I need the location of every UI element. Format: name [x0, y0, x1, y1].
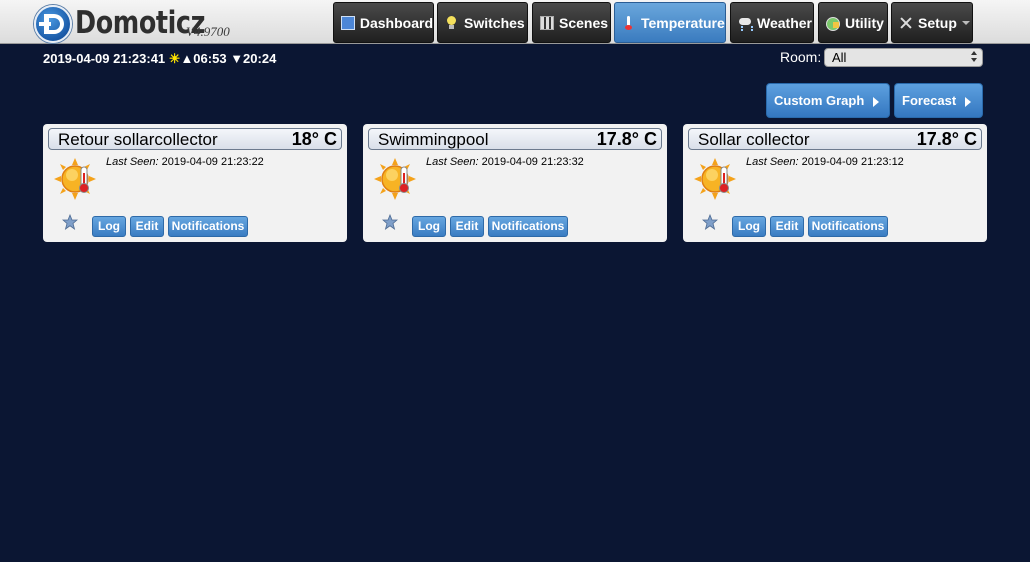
tab-utility-label: Utility	[845, 14, 884, 31]
log-button[interactable]: Log	[732, 216, 766, 237]
sun-thermometer-icon	[54, 158, 96, 200]
tab-scenes[interactable]: Scenes	[532, 2, 611, 43]
device-name: Swimmingpool	[378, 130, 489, 149]
tab-setup[interactable]: Setup	[891, 2, 973, 43]
last-seen: Last Seen: 2019-04-09 21:23:32	[426, 156, 584, 168]
tools-icon	[899, 16, 913, 30]
favorite-star-icon[interactable]	[62, 214, 78, 230]
domoticz-logo-icon[interactable]	[34, 5, 72, 43]
notifications-button[interactable]: Notifications	[168, 216, 248, 237]
edit-button[interactable]: Edit	[450, 216, 484, 237]
tab-dashboard-label: Dashboard	[359, 14, 433, 31]
app-version: V4.9700	[186, 24, 230, 39]
play-arrow-icon	[965, 97, 971, 107]
current-datetime: 2019-04-09 21:23:41	[43, 51, 166, 66]
tab-switches-label: Switches	[464, 14, 525, 31]
device-name: Sollar collector	[698, 130, 810, 149]
top-bar: Domoticz V4.9700 Dashboard Switches Scen…	[0, 0, 1030, 44]
tab-scenes-label: Scenes	[559, 14, 609, 31]
last-seen: Last Seen: 2019-04-09 21:23:12	[746, 156, 904, 168]
edit-button[interactable]: Edit	[770, 216, 804, 237]
card-header: Swimmingpool 17.8° C	[368, 128, 662, 150]
device-temperature: 18° C	[291, 129, 337, 149]
play-arrow-icon	[873, 97, 879, 107]
tab-weather-label: Weather	[757, 14, 812, 31]
edit-button[interactable]: Edit	[130, 216, 164, 237]
notifications-button[interactable]: Notifications	[488, 216, 568, 237]
card-header: Retour sollarcollector 18° C	[48, 128, 342, 150]
temperature-device-card: Swimmingpool 17.8° C Last Seen: 2019-04-…	[363, 124, 667, 242]
temperature-device-card: Retour sollarcollector 18° C Last Seen: …	[43, 124, 347, 242]
last-seen-label: Last Seen:	[106, 156, 159, 168]
last-seen-label: Last Seen:	[426, 156, 479, 168]
utility-icon	[826, 16, 840, 31]
tab-weather[interactable]: Weather	[730, 2, 814, 43]
notifications-button[interactable]: Notifications	[808, 216, 888, 237]
temperature-device-card: Sollar collector 17.8° C Last Seen: 2019…	[683, 124, 987, 242]
sun-icon: ☀	[168, 51, 181, 66]
device-name: Retour sollarcollector	[58, 130, 218, 149]
device-temperature: 17.8° C	[596, 129, 657, 149]
rain-cloud-icon	[738, 16, 753, 30]
card-header: Sollar collector 17.8° C	[688, 128, 982, 150]
log-button[interactable]: Log	[412, 216, 446, 237]
log-button[interactable]: Log	[92, 216, 126, 237]
last-seen-value: 2019-04-09 21:23:22	[161, 156, 264, 168]
custom-graph-label: Custom Graph	[774, 93, 865, 108]
favorite-star-icon[interactable]	[382, 214, 398, 230]
room-select[interactable]: All	[824, 48, 983, 67]
sunset-time: ▼20:24	[230, 51, 277, 66]
clapperboard-icon	[540, 15, 554, 30]
lightbulb-icon	[445, 15, 459, 30]
last-seen: Last Seen: 2019-04-09 21:23:22	[106, 156, 264, 168]
tab-switches[interactable]: Switches	[437, 2, 528, 43]
forecast-label: Forecast	[902, 93, 957, 108]
tab-temperature[interactable]: Temperature	[614, 2, 726, 43]
device-temperature: 17.8° C	[916, 129, 977, 149]
custom-graph-button[interactable]: Custom Graph	[766, 83, 890, 118]
last-seen-label: Last Seen:	[746, 156, 799, 168]
room-selected-value: All	[832, 50, 847, 65]
tab-dashboard[interactable]: Dashboard	[333, 2, 434, 43]
sun-thermometer-icon	[374, 158, 416, 200]
sunrise-time: ▲06:53	[180, 51, 227, 66]
last-seen-value: 2019-04-09 21:23:32	[481, 156, 584, 168]
chevron-down-icon	[961, 20, 970, 25]
thermometer-icon	[622, 15, 636, 30]
status-datetime: 2019-04-09 21:23:41 ☀▲06:53 ▼20:24	[43, 51, 276, 67]
tab-setup-label: Setup	[918, 14, 957, 31]
tab-utility[interactable]: Utility	[818, 2, 888, 43]
sun-thermometer-icon	[694, 158, 736, 200]
forecast-button[interactable]: Forecast	[894, 83, 983, 118]
favorite-star-icon[interactable]	[702, 214, 718, 230]
last-seen-value: 2019-04-09 21:23:12	[801, 156, 904, 168]
tab-temperature-label: Temperature	[641, 14, 725, 31]
dashboard-icon	[341, 15, 355, 30]
room-label: Room:	[780, 49, 822, 65]
select-arrows-icon	[971, 51, 977, 64]
